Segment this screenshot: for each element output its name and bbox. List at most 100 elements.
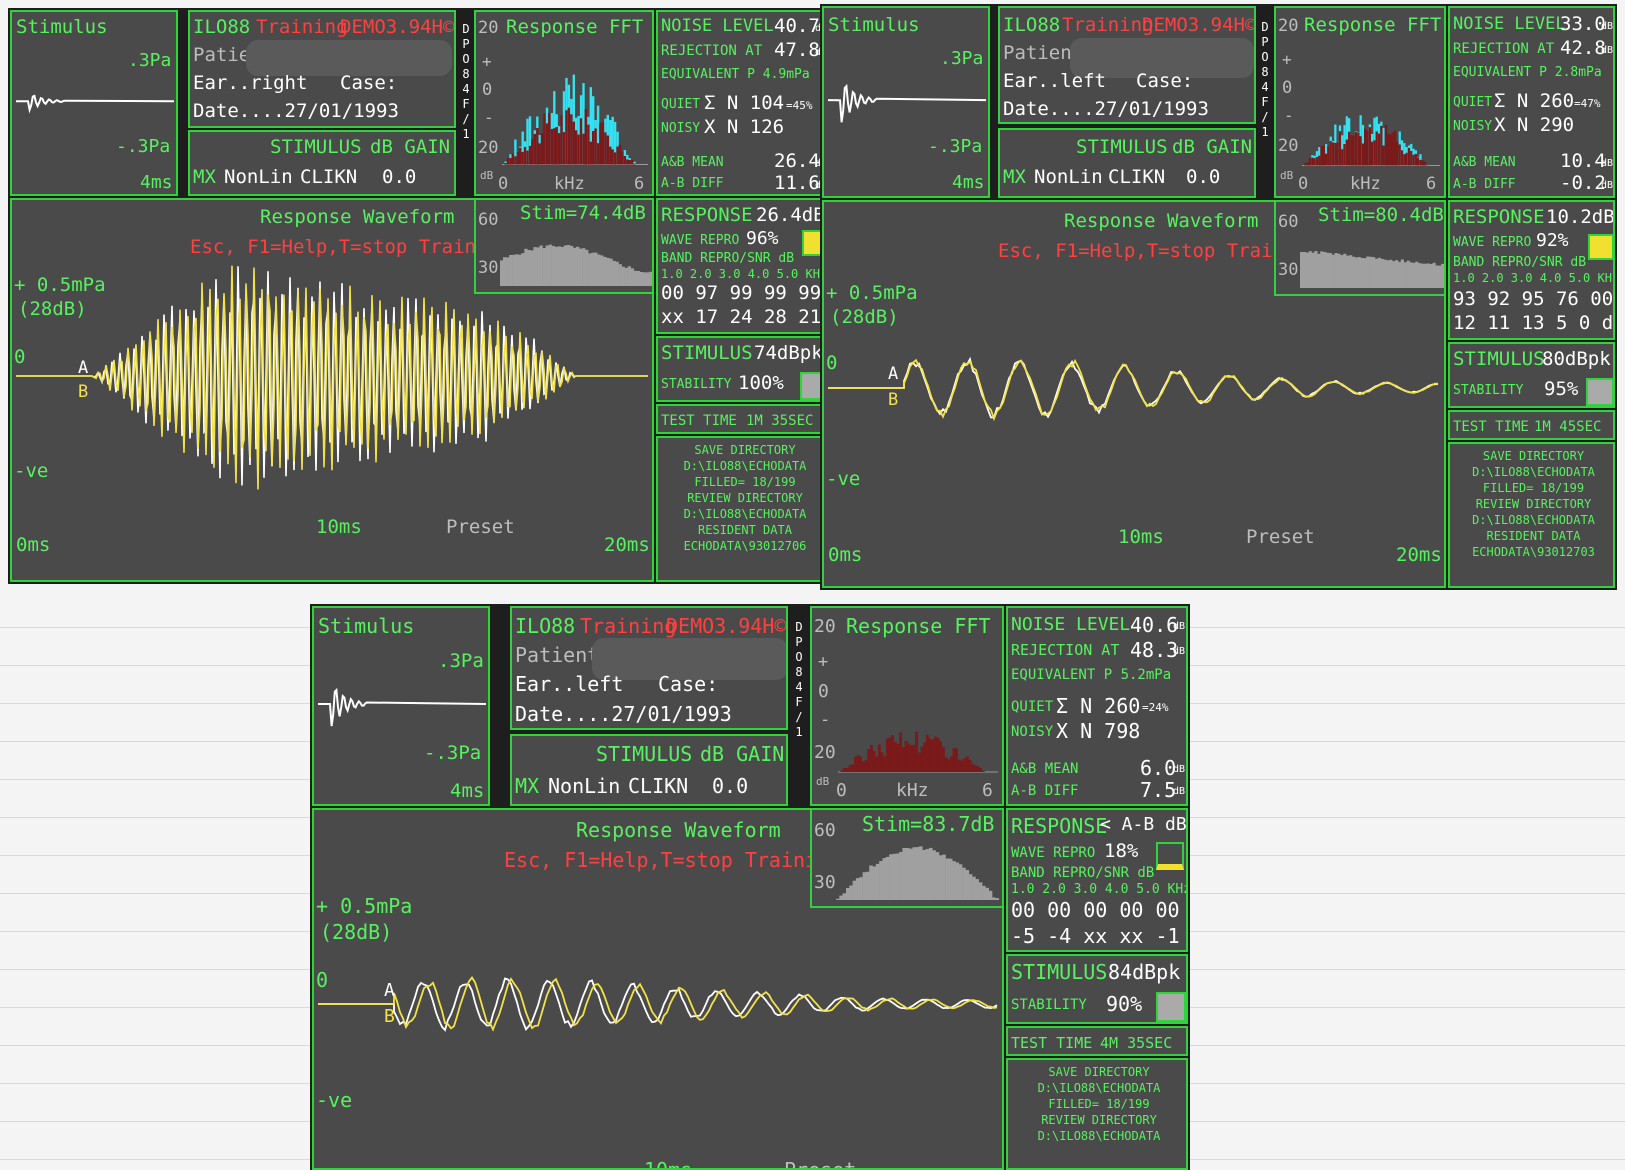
spectrum-bin: [1406, 260, 1410, 288]
amplitude-scale: + 0.5mPa: [14, 274, 106, 296]
ear-label: Ear..left: [515, 672, 624, 696]
spectrum-bin: [1403, 262, 1407, 288]
spectrum-bin: [1314, 251, 1318, 288]
patient-name-redacted: [246, 40, 452, 76]
response-label: RESPONSE: [1011, 814, 1108, 838]
fft-bin-response: [1308, 158, 1312, 166]
preset-label: Preset: [446, 516, 515, 538]
spectrum-bin: [603, 256, 607, 286]
fft-bin-response: [1311, 157, 1314, 166]
rejection-unit: dB: [1173, 646, 1186, 657]
stim-mode: NonLin: [1034, 166, 1103, 188]
program-strip-char: /: [462, 112, 470, 126]
version-label: DEMO3.94H©: [666, 614, 787, 638]
spectrum-bin: [503, 257, 507, 286]
fft-bin-response: [565, 110, 568, 165]
fft-bin-response: [862, 761, 865, 772]
time-0ms: 0ms: [16, 534, 51, 556]
spectrum-bin: [955, 862, 960, 900]
spectrum-bin: [952, 861, 956, 900]
spectrum-bin: [872, 866, 877, 900]
ab-mean-value: 10.4: [1560, 150, 1606, 172]
spectrum-bin: [1343, 253, 1347, 288]
fft-bin-response: [540, 133, 544, 165]
trace-b-line: [828, 358, 1439, 422]
version-label: DEMO3.94H©: [1142, 14, 1256, 36]
fft-bin-response: [1377, 133, 1381, 166]
save-directory-lines: SAVE DIRECTORY D:\ILO88\ECHODATA FILLED= 1…: [1450, 448, 1613, 560]
gain-value: 0.0: [712, 774, 749, 798]
date-label: Date....27/01/1993: [515, 702, 732, 726]
save-directory-panel: SAVE DIRECTORY D:\ILO88\ECHODATA FILLED= 1…: [1448, 442, 1615, 588]
fft-bin-response: [1341, 149, 1344, 166]
stim-type: MX: [193, 166, 216, 188]
fft-bin-response: [1391, 132, 1394, 166]
negative-label: -ve: [826, 468, 861, 490]
fft-bin-response: [548, 113, 551, 165]
fft-bin-response: [1359, 136, 1362, 166]
amplitude-scale: + 0.5mPa: [826, 282, 918, 304]
fft-bin-response: [1371, 141, 1374, 166]
fft-bin-response: [1410, 150, 1413, 166]
save-directory-lines: SAVE DIRECTORY D:\ILO88\ECHODATA FILLED= 1…: [658, 442, 828, 554]
program-strip-char: 4: [462, 82, 470, 96]
fft-bin-response: [894, 742, 897, 772]
spectrum-bin: [1328, 253, 1332, 288]
stimulus-col-label: STIMULUS: [596, 742, 693, 766]
fft-bin-response: [944, 757, 948, 772]
response-fft-panel: Response FFT 20 + 0 - 20 dB 0 kHz 6: [1274, 6, 1446, 198]
fft-bin-response: [1320, 146, 1323, 166]
spectrum-bin: [1380, 258, 1384, 288]
fft-bin-response: [1315, 157, 1319, 166]
fft-bin-response: [626, 159, 629, 165]
noisy-label: NOISY: [1453, 119, 1493, 134]
fft-bin-response: [1403, 154, 1406, 166]
ear-label: Ear..left: [1003, 70, 1106, 92]
time-10ms: 10ms: [316, 516, 362, 538]
spectrum-bin: [1346, 255, 1350, 288]
fft-bin-response: [1350, 135, 1353, 166]
spectrum-bin: [1305, 252, 1309, 288]
band-snr-values: xx 17 24 28 21 dB: [661, 306, 828, 328]
wave-repro-value: 18%: [1104, 840, 1139, 862]
fft-bin-response: [545, 123, 549, 165]
negative-label: -ve: [316, 1088, 353, 1112]
spectrum-bin: [627, 266, 631, 286]
help-hint: Esc, F1=Help,T=stop Training: [504, 848, 842, 872]
response-value: 10.2dB: [1546, 206, 1615, 228]
fft-bin-response: [867, 749, 870, 772]
fft-bin-response: [1334, 142, 1337, 166]
ab-mean-value: 6.0: [1140, 756, 1177, 780]
trace-a-label: A: [384, 980, 395, 1001]
spectrum-bin: [615, 261, 619, 286]
band-repro-values: 93 92 95 76 00 %: [1453, 288, 1614, 310]
fft-plot: [838, 731, 998, 773]
case-label: Case:: [658, 672, 719, 696]
ilo88-screen-2: Stimulus .3Pa -.3Pa 4ms ILO88 Training D…: [820, 4, 1617, 590]
fft-bin-response: [1338, 131, 1342, 166]
fft-bin-response: [976, 766, 980, 772]
noise-level-label: NOISE LEVEL: [661, 16, 774, 36]
version-label: DEMO3.94H©: [340, 16, 455, 38]
fft-bin-response: [599, 123, 602, 165]
rejection-label: REJECTION AT: [1011, 641, 1120, 659]
stim-click: CLIKN: [1108, 166, 1166, 188]
fft-bin-response: [968, 759, 972, 772]
spectrum-bin: [527, 250, 531, 286]
fft-bin-response: [533, 133, 536, 165]
spectrum-bin: [1372, 257, 1376, 288]
stimulus-level-panel: STIMULUS 74dBpk STABILITY 100%: [656, 336, 830, 402]
stim-spectrum-plot: [836, 846, 999, 900]
spectrum-bin: [548, 244, 552, 286]
spectrum-bin: [1429, 264, 1433, 288]
save-directory-line: SAVE DIRECTORY: [1048, 1065, 1150, 1079]
trace-a-label: A: [888, 364, 899, 384]
spectrum-bin: [982, 885, 986, 900]
fft-bin-response: [1336, 142, 1339, 166]
fft-bin-response: [878, 744, 881, 772]
band-repro-label: BAND REPRO/SNR dB: [1453, 255, 1587, 270]
spectrum-bin: [636, 271, 641, 286]
stim-spectrum-panel: Stim=80.4dB 60 30: [1274, 200, 1446, 296]
fft-bin-response: [1348, 131, 1351, 166]
stim-mode: NonLin: [548, 774, 621, 798]
